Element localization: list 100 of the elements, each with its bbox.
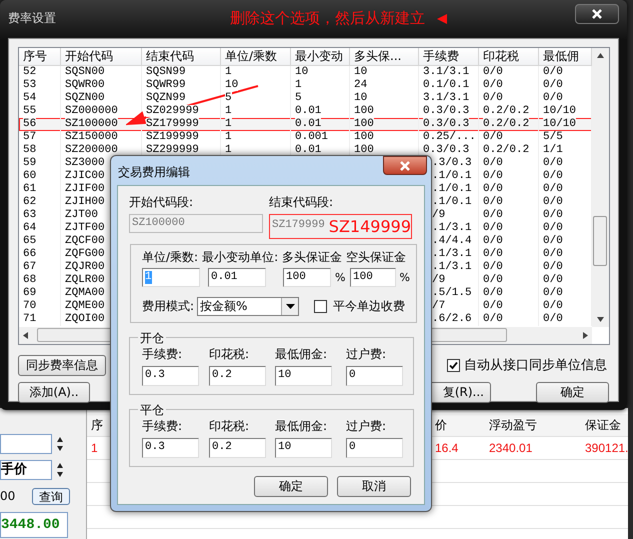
table-cell: 68: [19, 274, 61, 287]
column-header[interactable]: 最小变动: [291, 48, 350, 65]
input-field[interactable]: 0: [346, 366, 403, 386]
input-field[interactable]: 0.3: [142, 438, 199, 458]
column-header[interactable]: 多头保...: [350, 48, 419, 65]
table-cell: 69: [19, 287, 61, 300]
table-cell: 58: [19, 144, 61, 157]
table-cell: 1: [221, 118, 291, 131]
unit-label: %: [400, 271, 410, 284]
table-cell: 1: [221, 131, 291, 144]
table-cell: 0/0: [479, 248, 539, 261]
table-cell: 0/0: [479, 287, 539, 300]
table-cell-text: 2340.01: [488, 441, 534, 455]
input-field[interactable]: 0: [346, 438, 403, 458]
table-cell: 0/0: [479, 313, 539, 326]
table-cell: 100: [350, 131, 419, 144]
close-button[interactable]: [575, 4, 619, 24]
column-header[interactable]: 手续费: [419, 48, 479, 65]
spinner-icon[interactable]: [56, 462, 64, 478]
table-cell: 0.01: [291, 118, 350, 131]
unit-label: %: [335, 271, 346, 284]
field-label: 最小变动单位:: [202, 249, 278, 266]
right-arrow-icon[interactable]: [583, 332, 588, 339]
ok-button[interactable]: 确定: [536, 382, 609, 403]
column-header: 序: [90, 416, 104, 434]
table-cell: 0/0: [479, 274, 539, 287]
pointer-icon: [436, 13, 448, 25]
annotation-text: 删除这个选项，然后从新建立: [230, 9, 425, 28]
column-header[interactable]: 开始代码: [61, 48, 142, 65]
field-label: 单位/乘数:: [142, 249, 198, 266]
table-cell-text: 16.4: [434, 441, 460, 455]
column-header[interactable]: 单位/乘数: [221, 48, 291, 65]
field-label: 手续费:: [142, 346, 184, 363]
input-field[interactable]: 10: [275, 366, 332, 386]
field-label: 最低佣金:: [275, 346, 328, 363]
sync-button[interactable]: 同步费率信息: [18, 354, 106, 376]
field-label: 印花税:: [209, 418, 250, 435]
table-cell-text: 390121.: [584, 441, 628, 455]
table-cell-text: 1: [90, 441, 99, 455]
table-cell: 56: [19, 118, 61, 131]
highlighted-row[interactable]: 56 SZ100000 SZ179999 1 0.01 100 0.3/0.3 0.2/0.2 10/10: [19, 118, 592, 131]
scroll-thumb[interactable]: [593, 216, 607, 266]
group-title: 开仓: [138, 330, 166, 347]
spinner-icon[interactable]: [56, 436, 64, 452]
input-field[interactable]: 0.2: [209, 438, 266, 458]
field-label: 最低佣金:: [275, 418, 328, 435]
table-cell: 61: [19, 183, 61, 196]
checkbox[interactable]: [314, 300, 328, 313]
down-arrow-icon[interactable]: [597, 317, 604, 322]
input-field[interactable]: 0.3: [142, 366, 199, 386]
input-field[interactable]: 10: [275, 438, 332, 458]
table-cell: 53: [19, 79, 61, 92]
input-field[interactable]: 100: [283, 268, 331, 287]
ok-button[interactable]: 确定: [254, 476, 328, 497]
field-label: 印花税:: [209, 346, 250, 363]
checkbox-label: 平今单边收费: [333, 298, 406, 315]
close-icon: [591, 9, 603, 19]
table-cell: 1: [291, 79, 350, 92]
window-title: 费率设置: [8, 10, 56, 27]
column-header[interactable]: 序号: [19, 48, 61, 65]
cancel-button[interactable]: 取消: [337, 476, 411, 497]
caret-icon: [286, 304, 295, 309]
table-cell: 64: [19, 222, 61, 235]
table-cell: 52: [19, 66, 61, 79]
table-cell: 0/0: [479, 235, 539, 248]
checkbox[interactable]: [447, 358, 460, 372]
annotation-text: SZ149999: [328, 217, 411, 236]
table-cell: SQSN99: [142, 66, 221, 79]
field-label: 过户费:: [346, 418, 388, 435]
table-cell: 0/0: [479, 261, 539, 274]
column-header: 价: [434, 416, 448, 434]
column-header[interactable]: 印花税: [479, 48, 539, 65]
price-mode-field[interactable]: 手价: [0, 460, 52, 480]
scrollbar[interactable]: [592, 48, 609, 327]
query-button[interactable]: 查询: [32, 488, 70, 504]
table-cell: 67: [19, 261, 61, 274]
input-field[interactable]: 0.01: [208, 268, 266, 287]
input-field[interactable]: [0, 434, 52, 454]
column-header: 保证金: [584, 416, 622, 434]
table-cell: 0/0: [479, 209, 539, 222]
close-icon: [399, 160, 411, 170]
table-cell: 66: [19, 248, 61, 261]
amount-text: 00: [0, 489, 16, 503]
table-cell: 63: [19, 209, 61, 222]
input-field[interactable]: 100: [350, 268, 396, 287]
close-button[interactable]: [383, 156, 427, 175]
add-button[interactable]: 添加(A)..: [18, 382, 90, 403]
field-label: 手续费:: [142, 418, 184, 435]
table-cell: 10: [350, 66, 419, 79]
start-code-field[interactable]: SZ100000: [129, 214, 263, 233]
table-cell: 57: [19, 131, 61, 144]
input-field[interactable]: 0.2: [209, 366, 266, 386]
left-arrow-icon[interactable]: [23, 332, 28, 339]
up-arrow-icon[interactable]: [597, 53, 604, 58]
table-cell: 60: [19, 170, 61, 183]
field-label: 多头保证金: [282, 249, 342, 266]
field-label: 结束代码段:: [269, 194, 334, 211]
column-header[interactable]: 结束代码: [142, 48, 221, 65]
fee-mode-dropdown[interactable]: 按金额%: [197, 297, 300, 316]
table-cell: 10: [291, 66, 350, 79]
